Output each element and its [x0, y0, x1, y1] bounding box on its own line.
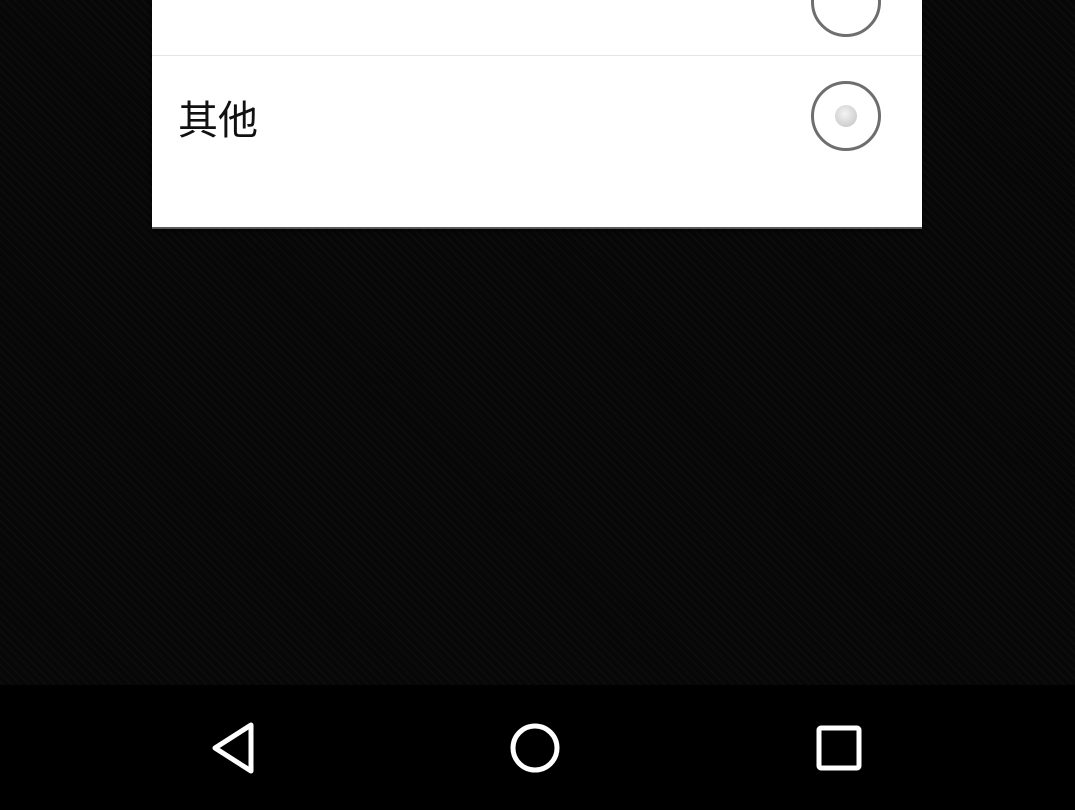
home-circle-icon	[510, 723, 560, 773]
radio-dot-icon	[835, 105, 857, 127]
screen: 其他	[0, 0, 1075, 810]
recents-square-icon	[816, 725, 862, 771]
radio-button-unselected[interactable]	[811, 0, 881, 37]
navigation-bar	[0, 685, 1075, 810]
recents-button[interactable]	[794, 703, 884, 793]
home-button[interactable]	[490, 703, 580, 793]
option-row-previous[interactable]	[152, 0, 922, 56]
option-label: 其他	[178, 98, 258, 144]
option-row-other[interactable]: 其他	[152, 57, 922, 227]
back-button[interactable]	[188, 703, 278, 793]
radio-button-selected[interactable]	[811, 81, 881, 151]
option-dialog: 其他	[152, 0, 922, 229]
back-triangle-icon	[212, 722, 254, 774]
